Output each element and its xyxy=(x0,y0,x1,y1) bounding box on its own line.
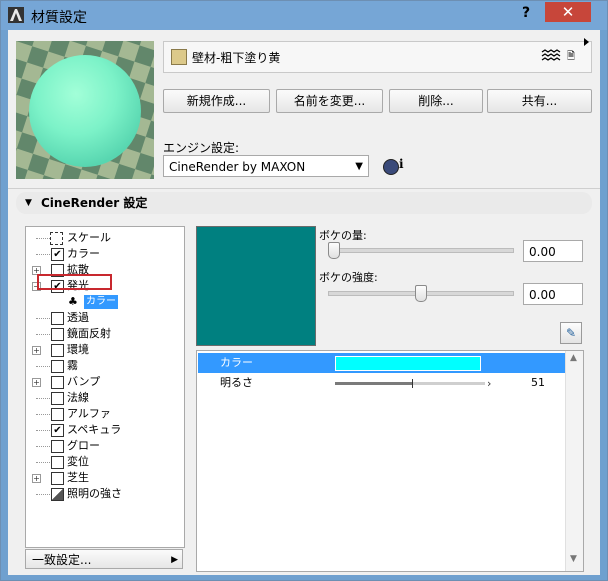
help-button[interactable]: ? xyxy=(515,5,537,23)
tree-item-displacement[interactable]: 変位 xyxy=(26,454,184,470)
highlight-frame xyxy=(37,274,112,290)
checkbox[interactable] xyxy=(51,344,64,357)
tree-item-transparency[interactable]: 透過 xyxy=(26,310,184,326)
tree-item-grass[interactable]: + 芝生 xyxy=(26,470,184,486)
tree-item-alpha[interactable]: アルファ xyxy=(26,406,184,422)
rename-button[interactable]: 名前を変更... xyxy=(276,89,383,113)
delete-button[interactable]: 削除... xyxy=(389,89,483,113)
window-title: 材質設定 xyxy=(31,10,87,26)
app-icon xyxy=(8,7,24,23)
checkbox[interactable] xyxy=(51,408,64,421)
tree-item-luminance-color[interactable]: ♣ カラー xyxy=(26,294,184,310)
bokeh-amount-input[interactable]: 0.00 xyxy=(523,240,583,262)
collapse-triangle-icon: ▼ xyxy=(25,198,32,208)
checkbox[interactable] xyxy=(51,440,64,453)
scroll-down-icon[interactable]: ▼ xyxy=(570,554,577,564)
tree-item-bump[interactable]: + バンプ xyxy=(26,374,184,390)
brightness-slider[interactable]: › xyxy=(335,377,491,390)
checkbox[interactable] xyxy=(51,312,64,325)
checkbox[interactable] xyxy=(51,392,64,405)
scroll-up-icon[interactable]: ▲ xyxy=(570,353,577,363)
engine-selected: CineRender by MAXON xyxy=(169,160,306,174)
tree-item-environment[interactable]: + 環境 xyxy=(26,342,184,358)
share-button[interactable]: 共有... xyxy=(487,89,592,113)
tree-item-fog[interactable]: 霧 xyxy=(26,358,184,374)
close-button[interactable]: ✕ xyxy=(545,2,591,22)
property-row-color[interactable]: カラー xyxy=(198,353,565,373)
material-name-field[interactable]: 壁材-粗下塗り黄 🗎 xyxy=(163,41,592,73)
favorites-icon[interactable] xyxy=(540,48,562,64)
engine-label: エンジン設定: xyxy=(163,141,240,155)
expand-arrow-icon[interactable] xyxy=(584,38,589,46)
checkbox[interactable]: ✔ xyxy=(51,248,64,261)
property-row-brightness[interactable]: 明るさ › 51 xyxy=(198,373,565,393)
edit-icon[interactable]: ✎ xyxy=(560,322,582,344)
light-icon xyxy=(51,488,64,501)
property-list: カラー 明るさ › 51 ▲ ▼ xyxy=(196,350,584,572)
tree-item-glow[interactable]: グロー xyxy=(26,438,184,454)
bokeh-strength-thumb[interactable] xyxy=(415,285,427,302)
material-preview xyxy=(16,41,154,179)
checkbox[interactable] xyxy=(51,360,64,373)
new-button[interactable]: 新規作成... xyxy=(163,89,270,113)
cinerender-section-header[interactable]: ▼ CineRender 設定 xyxy=(16,192,592,214)
section-title: CineRender 設定 xyxy=(41,196,148,210)
material-settings-window: 材質設定 ? ✕ 壁材-粗下塗り黄 🗎 新規作成... 名前を変更... 削除.… xyxy=(0,0,608,581)
title-bar[interactable]: 材質設定 ? ✕ xyxy=(1,1,607,30)
property-list-scrollbar[interactable]: ▲ ▼ xyxy=(565,351,583,571)
document-icon[interactable]: 🗎 xyxy=(567,49,575,66)
expand-icon[interactable]: + xyxy=(32,346,41,355)
consistency-settings-button[interactable]: 一致設定... ▶ xyxy=(25,549,183,569)
bokeh-amount-slider[interactable] xyxy=(328,248,514,253)
chevron-down-icon: ▼ xyxy=(355,161,363,172)
color-nodes-icon: ♣ xyxy=(68,295,78,308)
bokeh-strength-label: ボケの強度: xyxy=(319,271,378,284)
bokeh-amount-label: ボケの量: xyxy=(319,229,367,242)
tree-item-scale[interactable]: スケール xyxy=(26,230,184,246)
tree-item-specular[interactable]: ✔ スペキュラ xyxy=(26,422,184,438)
expand-icon[interactable]: + xyxy=(32,474,41,483)
divider xyxy=(8,188,600,189)
checkbox[interactable] xyxy=(51,328,64,341)
checkbox[interactable]: ✔ xyxy=(51,424,64,437)
brightness-value: 51 xyxy=(531,376,545,389)
bokeh-strength-input[interactable]: 0.00 xyxy=(523,283,583,305)
dialog-body: 壁材-粗下塗り黄 🗎 新規作成... 名前を変更... 削除... 共有... … xyxy=(8,30,600,575)
luminance-color-swatch[interactable] xyxy=(196,226,316,346)
bokeh-amount-thumb[interactable] xyxy=(328,242,340,259)
checkbox[interactable] xyxy=(51,472,64,485)
chevron-right-icon: › xyxy=(487,377,492,390)
material-swatch[interactable] xyxy=(171,49,187,65)
checkbox[interactable] xyxy=(51,376,64,389)
arrow-right-icon: ▶ xyxy=(171,555,178,565)
tree-item-normal[interactable]: 法線 xyxy=(26,390,184,406)
engine-select[interactable]: CineRender by MAXON ▼ xyxy=(163,155,369,177)
expand-icon[interactable]: + xyxy=(32,378,41,387)
tree-item-color[interactable]: ✔ カラー xyxy=(26,246,184,262)
tree-item-illumination[interactable]: 照明の強さ xyxy=(26,486,184,502)
render-engine-icon[interactable] xyxy=(383,159,399,175)
color-value-bar[interactable] xyxy=(335,356,481,371)
info-icon[interactable]: i xyxy=(399,157,404,171)
scale-icon xyxy=(50,232,63,245)
checkbox[interactable] xyxy=(51,456,64,469)
material-name: 壁材-粗下塗り黄 xyxy=(192,51,281,65)
tree-item-reflection[interactable]: 鏡面反射 xyxy=(26,326,184,342)
